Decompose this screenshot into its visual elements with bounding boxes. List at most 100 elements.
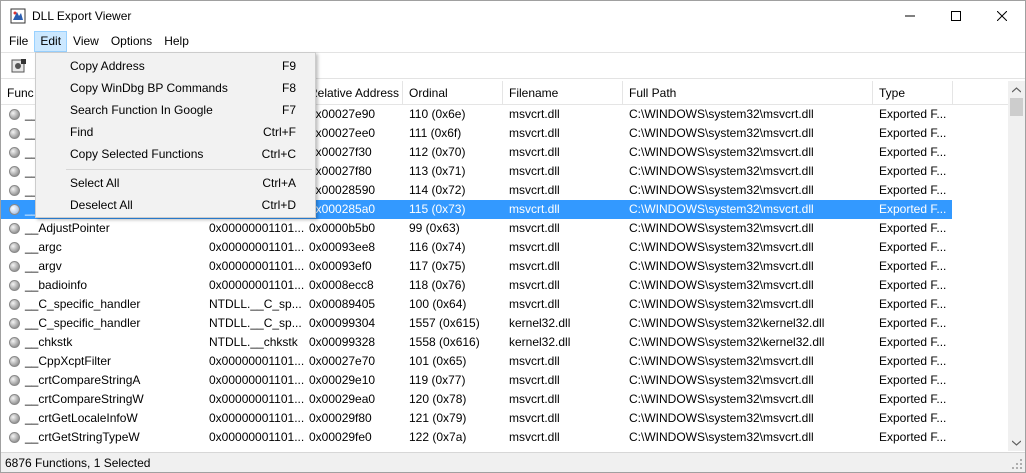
function-name-cell: __chkstk: [25, 335, 73, 349]
type-cell: Exported F...: [879, 221, 947, 235]
resize-grip-icon[interactable]: [1011, 458, 1023, 470]
ordinal-cell: 100 (0x64): [409, 297, 467, 311]
column-header-filename[interactable]: Filename: [503, 81, 623, 105]
scroll-up-button[interactable]: [1008, 81, 1025, 98]
address-cell: 0x00000001101...: [209, 373, 305, 387]
address-cell: 0x00000001101...: [209, 221, 305, 235]
relative-address-cell: 0x00029e10: [309, 373, 376, 387]
scroll-thumb[interactable]: [1010, 98, 1023, 116]
menu-item-copy-selected[interactable]: Copy Selected Functions Ctrl+C: [38, 143, 313, 165]
menu-item-label: Copy Selected Functions: [70, 147, 204, 161]
scroll-down-button[interactable]: [1008, 434, 1025, 451]
table-row[interactable]: __crtGetStringTypeW 0x00000001101... 0x000…: [1, 428, 952, 447]
ordinal-cell: 1557 (0x615): [409, 316, 480, 330]
properties-icon[interactable]: [10, 57, 28, 75]
relative-address-cell: 0x00099304: [309, 316, 376, 330]
function-name-cell: __badioinfo: [25, 278, 88, 292]
column-header-ordinal[interactable]: Ordinal: [403, 81, 503, 105]
title-bar[interactable]: DLL Export Viewer: [1, 1, 1025, 31]
table-row[interactable]: __C_specific_handler NTDLL.__C_sp... 0x000…: [1, 295, 952, 314]
menu-view[interactable]: View: [67, 31, 105, 52]
menu-edit[interactable]: Edit: [34, 31, 68, 52]
type-cell: Exported F...: [879, 430, 947, 444]
close-icon: [997, 11, 1007, 21]
menu-item-shortcut: Ctrl+C: [261, 147, 296, 161]
table-row[interactable]: __C_specific_handler NTDLL.__C_sp... 0x000…: [1, 314, 952, 333]
type-cell: Exported F...: [879, 411, 947, 425]
address-cell: NTDLL.__chkstk: [209, 335, 298, 349]
full-path-cell: C:\WINDOWS\system32\msvcrt.dll: [629, 107, 814, 121]
menu-item-shortcut: F9: [281, 59, 296, 73]
table-row[interactable]: __argv 0x00000001101... 0x00093ef0 117 (0x7…: [1, 257, 952, 276]
menu-item-search-google[interactable]: Search Function In Google F7: [38, 99, 313, 121]
menu-item-deselect-all[interactable]: Deselect All Ctrl+D: [38, 194, 313, 216]
menu-file[interactable]: File: [3, 31, 34, 52]
full-path-cell: C:\WINDOWS\system32\msvcrt.dll: [629, 297, 814, 311]
table-row[interactable]: __chkstk NTDLL.__chkstk 0x00099328 1558 (0x…: [1, 333, 952, 352]
maximize-icon: [951, 11, 961, 21]
minimize-button[interactable]: [887, 1, 933, 31]
window-title: DLL Export Viewer: [32, 9, 132, 23]
table-row[interactable]: __crtCompareStringW 0x00000001101... 0x000…: [1, 390, 952, 409]
function-name-cell: __crtCompareStringA: [25, 373, 141, 387]
full-path-cell: C:\WINDOWS\system32\msvcrt.dll: [629, 259, 814, 273]
column-header-relative-address[interactable]: Relative Address: [303, 81, 403, 105]
menu-item-shortcut: F8: [281, 81, 296, 95]
menu-item-copy-address[interactable]: Copy Address F9: [38, 55, 313, 77]
menu-item-select-all[interactable]: Select All Ctrl+A: [38, 172, 313, 194]
table-row[interactable]: __CppXcptFilter 0x00000001101... 0x00027e7…: [1, 352, 952, 371]
address-cell: 0x00000001101...: [209, 259, 305, 273]
table-row[interactable]: __crtCompareStringA 0x00000001101... 0x000…: [1, 371, 952, 390]
column-header-type[interactable]: Type: [873, 81, 953, 105]
close-button[interactable]: [979, 1, 1025, 31]
edit-menu-dropdown: Copy Address F9 Copy WinDbg BP Commands …: [35, 52, 316, 218]
chevron-down-icon: [1012, 440, 1021, 446]
maximize-button[interactable]: [933, 1, 979, 31]
relative-address-cell: 0x00029fe0: [309, 430, 372, 444]
filename-cell: kernel32.dll: [509, 335, 571, 349]
filename-cell: msvcrt.dll: [509, 392, 560, 406]
full-path-cell: C:\WINDOWS\system32\msvcrt.dll: [629, 202, 814, 216]
filename-cell: msvcrt.dll: [509, 297, 560, 311]
address-cell: 0x00000001101...: [209, 411, 305, 425]
status-text: 6876 Functions, 1 Selected: [5, 456, 151, 470]
relative-address-cell: 0x00093ef0: [309, 259, 372, 273]
status-bar: 6876 Functions, 1 Selected: [1, 452, 1025, 472]
full-path-cell: C:\WINDOWS\system32\kernel32.dll: [629, 316, 825, 330]
filename-cell: msvcrt.dll: [509, 221, 560, 235]
type-cell: Exported F...: [879, 392, 947, 406]
relative-address-cell: 0x0008ecc8: [309, 278, 374, 292]
filename-cell: msvcrt.dll: [509, 354, 560, 368]
menu-help[interactable]: Help: [158, 31, 195, 52]
full-path-cell: C:\WINDOWS\system32\msvcrt.dll: [629, 240, 814, 254]
filename-cell: msvcrt.dll: [509, 373, 560, 387]
ordinal-cell: 99 (0x63): [409, 221, 460, 235]
relative-address-cell: 0x00027f80: [309, 164, 372, 178]
address-cell: 0x00000001101...: [209, 278, 305, 292]
menu-bar: File Edit View Options Help: [1, 31, 1025, 52]
table-row[interactable]: __argc 0x00000001101... 0x00093ee8 116 (0x7…: [1, 238, 952, 257]
type-cell: Exported F...: [879, 373, 947, 387]
address-cell: 0x00000001101...: [209, 240, 305, 254]
menu-item-find[interactable]: Find Ctrl+F: [38, 121, 313, 143]
filename-cell: kernel32.dll: [509, 316, 571, 330]
filename-cell: msvcrt.dll: [509, 202, 560, 216]
table-row[interactable]: __badioinfo 0x00000001101... 0x0008ecc8 118…: [1, 276, 952, 295]
table-row[interactable]: __AdjustPointer 0x00000001101... 0x0000b5b…: [1, 219, 952, 238]
address-cell: 0x00000001101...: [209, 392, 305, 406]
column-header-full-path[interactable]: Full Path: [623, 81, 873, 105]
relative-address-cell: 0x00028590: [309, 183, 376, 197]
type-cell: Exported F...: [879, 240, 947, 254]
minimize-icon: [905, 15, 915, 17]
full-path-cell: C:\WINDOWS\system32\msvcrt.dll: [629, 221, 814, 235]
relative-address-cell: 0x00099328: [309, 335, 376, 349]
filename-cell: msvcrt.dll: [509, 278, 560, 292]
type-cell: Exported F...: [879, 183, 947, 197]
menu-options[interactable]: Options: [105, 31, 158, 52]
app-icon: [10, 8, 26, 24]
vertical-scrollbar[interactable]: [1008, 81, 1025, 451]
table-row[interactable]: __crtGetLocaleInfoW 0x00000001101... 0x000…: [1, 409, 952, 428]
relative-address-cell: 0x00027f30: [309, 145, 372, 159]
ordinal-cell: 113 (0x71): [409, 164, 466, 178]
menu-item-copy-windbg-bp[interactable]: Copy WinDbg BP Commands F8: [38, 77, 313, 99]
